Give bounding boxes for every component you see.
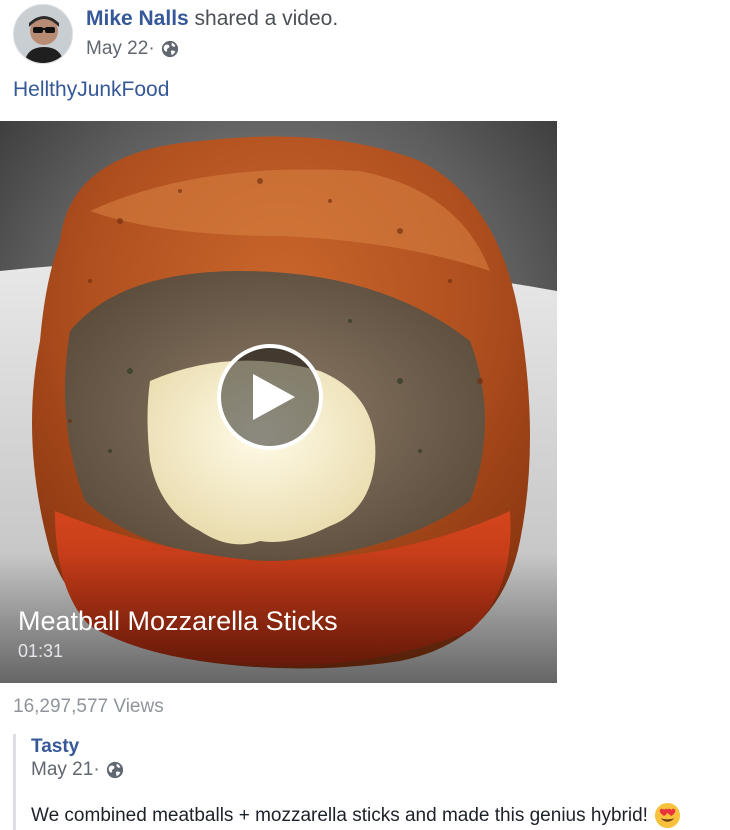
post-header-line: Mike Nalls shared a video. xyxy=(86,7,338,31)
meta-separator: · xyxy=(148,38,155,59)
hashtag-link[interactable]: HellthyJunkFood xyxy=(13,78,169,102)
post-meta: May 22 · xyxy=(86,38,179,60)
avatar[interactable] xyxy=(13,4,73,64)
shared-post-meta: May 21 · xyxy=(31,759,124,781)
author-name-link[interactable]: Mike Nalls xyxy=(86,7,189,30)
post-date-link[interactable]: May 22 xyxy=(86,38,148,60)
heart-eyes-emoji-icon xyxy=(654,802,680,829)
video-player[interactable]: Meatball Mozzarella Sticks 01:31 xyxy=(0,121,557,683)
globe-icon[interactable] xyxy=(161,40,179,58)
shared-post-divider xyxy=(13,734,16,830)
globe-icon[interactable] xyxy=(106,761,124,779)
play-icon xyxy=(253,374,295,420)
post-action-text: shared a video. xyxy=(188,7,339,30)
video-duration: 01:31 xyxy=(18,641,64,661)
meta-separator: · xyxy=(93,759,100,780)
view-count: 16,297,577 Views xyxy=(13,696,164,717)
shared-post-text: We combined meatballs + mozzarella stick… xyxy=(31,802,681,829)
play-button[interactable] xyxy=(217,344,323,450)
shared-post-date-link[interactable]: May 21 xyxy=(31,759,93,781)
shared-post-message: We combined meatballs + mozzarella stick… xyxy=(31,804,648,826)
video-title: Meatball Mozzarella Sticks xyxy=(18,606,338,636)
shared-author-link[interactable]: Tasty xyxy=(31,736,79,758)
avatar-image xyxy=(14,5,72,63)
